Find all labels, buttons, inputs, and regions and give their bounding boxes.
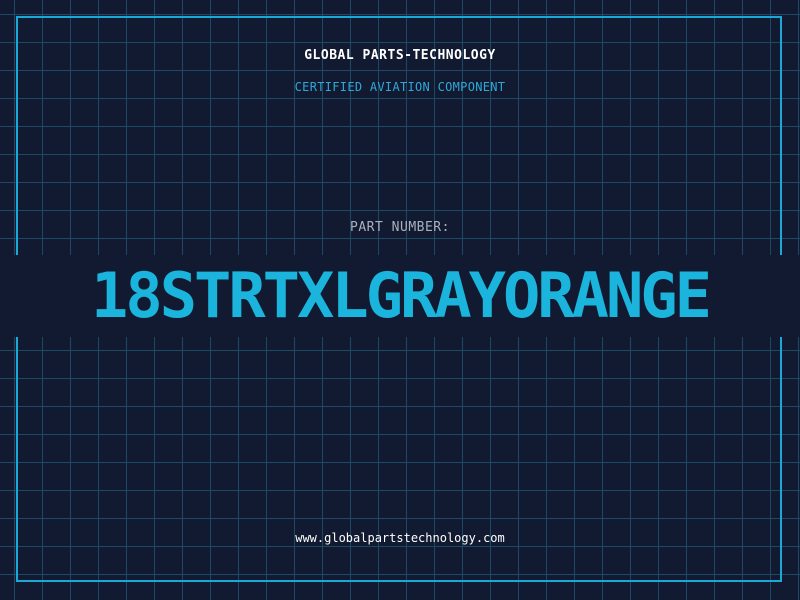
part-number-label: PART NUMBER:: [350, 220, 450, 235]
company-name: GLOBAL PARTS-TECHNOLOGY: [304, 48, 496, 63]
website-url: www.globalpartstechnology.com: [295, 531, 505, 545]
certification-subtitle: CERTIFIED AVIATION COMPONENT: [294, 80, 506, 94]
part-number-value: 18STRTXLGRAYORANGE: [91, 259, 712, 332]
label-canvas: GLOBAL PARTS-TECHNOLOGY CERTIFIED AVIATI…: [0, 0, 800, 600]
